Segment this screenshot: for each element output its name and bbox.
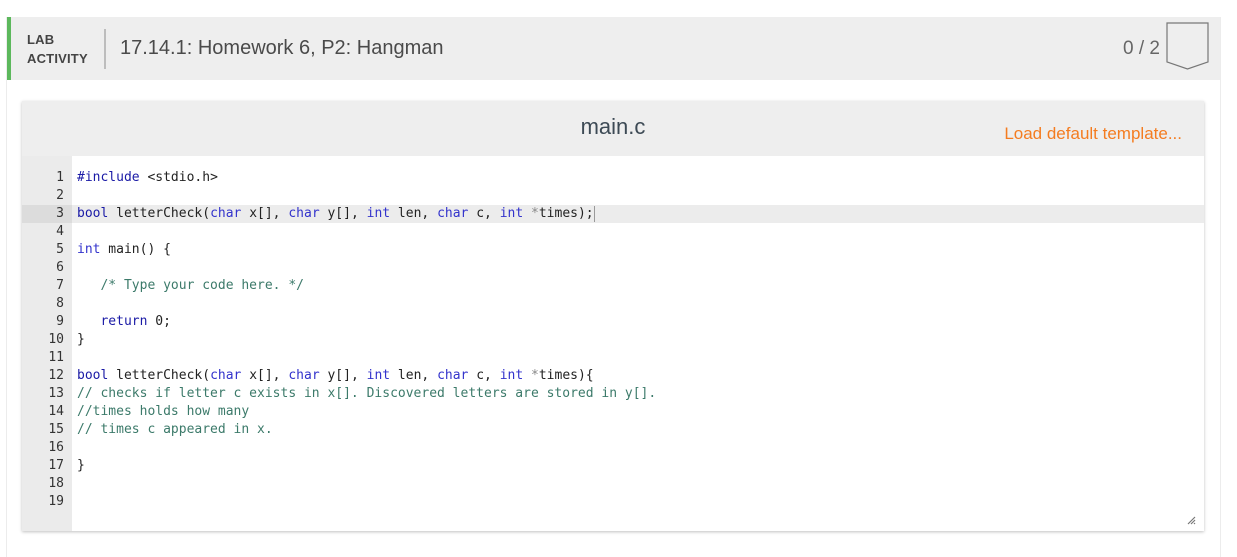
line-code: }: [77, 458, 85, 473]
line-number: 13: [48, 386, 64, 401]
line-code: // checks if letter c exists in x[]. Dis…: [77, 386, 657, 401]
line-number: 4: [56, 224, 64, 239]
code-line[interactable]: 1 #include <stdio.h>: [22, 169, 1204, 187]
lab-activity: LAB ACTIVITY 17.14.1: Homework 6, P2: Ha…: [6, 17, 1221, 557]
line-code: bool letterCheck(char x[], char y[], int…: [77, 205, 595, 222]
line-number: 10: [48, 332, 64, 347]
line-number: 19: [48, 494, 64, 509]
code-line[interactable]: 12 bool letterCheck(char x[], char y[], i…: [22, 367, 1204, 385]
line-number: 15: [48, 422, 64, 437]
line-code: int main() {: [77, 242, 171, 257]
line-number: 17: [48, 458, 64, 473]
code-line[interactable]: 17}: [22, 457, 1204, 475]
code-line[interactable]: 10}: [22, 331, 1204, 349]
code-lines[interactable]: 1 #include <stdio.h> 2 3 bool letterCheck(ch…: [22, 169, 1204, 511]
score-badge-icon: [1166, 22, 1209, 70]
line-number: 16: [48, 440, 64, 455]
line-number: 18: [48, 476, 64, 491]
header-divider: [104, 29, 106, 69]
load-default-template-link[interactable]: Load default template...: [1004, 124, 1182, 144]
editor-header: main.c Load default template...: [22, 101, 1204, 156]
code-line[interactable]: 5 int main() {: [22, 241, 1204, 259]
activity-header: LAB ACTIVITY 17.14.1: Homework 6, P2: Ha…: [7, 17, 1220, 80]
line-number: 2: [56, 188, 64, 203]
code-editor: main.c Load default template... 1 #includ…: [22, 101, 1204, 531]
line-number: 3: [22, 205, 72, 223]
code-line[interactable]: 7 /* Type your code here. */: [22, 277, 1204, 295]
line-number: 7: [56, 278, 64, 293]
activity-type-label: LAB ACTIVITY: [27, 30, 88, 68]
line-number: 1: [56, 170, 64, 185]
activity-type-line1: LAB: [27, 32, 55, 47]
code-line[interactable]: 3 bool letterCheck(char x[], char y[], in…: [22, 205, 1204, 223]
code-input[interactable]: 1 #include <stdio.h> 2 3 bool letterCheck(ch…: [22, 156, 1204, 531]
resize-handle-icon[interactable]: [1186, 515, 1196, 525]
code-line[interactable]: 13 // checks if letter c exists in x[]. D…: [22, 385, 1204, 403]
code-line[interactable]: 19: [22, 493, 1204, 511]
line-number: 8: [56, 296, 64, 311]
code-line[interactable]: 18: [22, 475, 1204, 493]
line-code: // times c appeared in x.: [77, 422, 273, 437]
code-line[interactable]: 6: [22, 259, 1204, 277]
code-line[interactable]: 2: [22, 187, 1204, 205]
code-line[interactable]: 8: [22, 295, 1204, 313]
score-text: 0 / 2: [1123, 38, 1160, 59]
code-line[interactable]: 15 // times c appeared in x.: [22, 421, 1204, 439]
line-code: #include <stdio.h>: [77, 170, 218, 185]
line-code: /* Type your code here. */: [77, 278, 304, 293]
line-number: 9: [56, 314, 64, 329]
code-line[interactable]: 16: [22, 439, 1204, 457]
activity-title: 17.14.1: Homework 6, P2: Hangman: [120, 37, 444, 59]
activity-type-line2: ACTIVITY: [27, 51, 88, 66]
code-line[interactable]: 9 return 0;: [22, 313, 1204, 331]
line-code: bool letterCheck(char x[], char y[], int…: [77, 368, 594, 383]
code-line[interactable]: 4: [22, 223, 1204, 241]
text-cursor: [593, 205, 595, 222]
line-number: 12: [48, 368, 64, 383]
line-code: }: [77, 332, 85, 347]
line-number: 5: [56, 242, 64, 257]
line-number: 14: [48, 404, 64, 419]
line-number: 6: [56, 260, 64, 275]
line-code: return 0;: [100, 314, 171, 329]
code-line[interactable]: 14 //times holds how many: [22, 403, 1204, 421]
line-code: //times holds how many: [77, 404, 250, 419]
line-number: 11: [48, 350, 64, 365]
code-line[interactable]: 11: [22, 349, 1204, 367]
